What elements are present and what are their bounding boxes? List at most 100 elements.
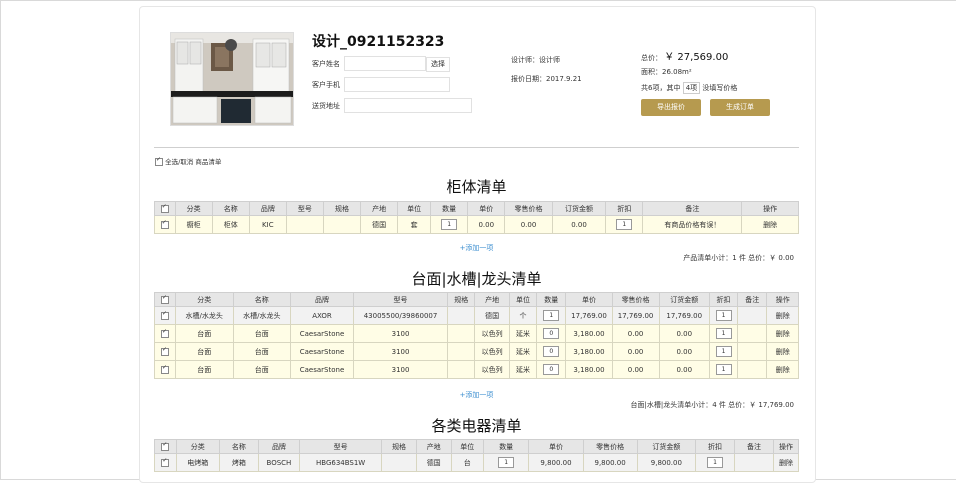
cell-origin: 以色列 [474, 324, 510, 343]
export-quote-button[interactable]: 导出报价 [641, 99, 701, 116]
column-header: 备注 [734, 439, 774, 454]
column-header: 操作 [766, 292, 799, 307]
discount-input[interactable]: 1 [715, 346, 732, 357]
address-label: 送货地址 [312, 102, 340, 110]
row-checkbox-cell[interactable] [154, 453, 177, 472]
column-header: 产地 [415, 439, 452, 454]
discount-input[interactable]: 1 [715, 310, 732, 321]
delete-link[interactable]: 删除 [772, 453, 800, 472]
cell-spec [447, 324, 476, 343]
row-checkbox[interactable] [160, 328, 169, 338]
row-checkbox-cell[interactable] [154, 215, 176, 234]
discount-input[interactable]: 1 [715, 328, 732, 339]
generate-order-button[interactable]: 生成订单 [710, 99, 770, 116]
quantity-input[interactable]: 1 [441, 219, 458, 230]
select-all-checkbox[interactable] [155, 156, 163, 166]
address-input[interactable] [344, 98, 472, 113]
discount-input[interactable]: 1 [616, 219, 633, 230]
counter-add-item-link[interactable]: +添加一项 [154, 390, 799, 400]
select-customer-button[interactable]: 选择 [426, 57, 450, 72]
delete-link[interactable]: 删除 [766, 360, 799, 379]
cell-unit: 延米 [508, 342, 538, 361]
row-checkbox[interactable] [161, 457, 170, 467]
column-header: 订货金额 [636, 439, 697, 454]
cell-unit-price: 17,769.00 [565, 306, 613, 325]
cell-order-amount: 0.00 [658, 342, 710, 361]
cell-origin: 以色列 [474, 342, 510, 361]
cell-name: 柜体 [211, 215, 250, 234]
column-header: 订货金额 [658, 292, 710, 307]
column-header: 折扣 [695, 439, 736, 454]
cell-spec [322, 215, 362, 234]
counter-table: 分类 名称 品牌 型号 规格 产地 单位 数量 单价 零售价格 订货金额 折扣 … [154, 292, 799, 379]
cabinet-add-item-link[interactable]: +添加一项 [154, 243, 799, 253]
delete-link[interactable]: 删除 [741, 215, 799, 234]
column-header: 型号 [285, 201, 324, 216]
table-header-row: 分类 名称 品牌 型号 规格 产地 单位 数量 单价 零售价格 订货金额 折扣 … [154, 201, 799, 216]
customer-phone-input[interactable] [344, 77, 450, 92]
table-row: 水槽/水龙头 水槽/水龙头 AXOR 43005500/39860007 德国 … [154, 306, 799, 325]
row-checkbox[interactable] [160, 346, 169, 356]
cell-note [737, 342, 768, 361]
kitchen-render-image [171, 33, 293, 125]
cell-retail-price: 0.00 [611, 360, 660, 379]
cell-unit-price: 9,800.00 [528, 453, 584, 472]
cell-name: 水槽/水龙头 [232, 306, 292, 325]
column-header: 单价 [528, 439, 584, 454]
cell-note [737, 324, 768, 343]
row-checkbox[interactable] [160, 364, 169, 374]
cell-unit: 延米 [508, 324, 538, 343]
column-header[interactable] [154, 439, 177, 454]
column-header: 操作 [741, 201, 799, 216]
quantity-input[interactable]: 1 [543, 310, 560, 321]
row-checkbox-cell[interactable] [154, 342, 176, 361]
cell-unit-price: 3,180.00 [565, 360, 613, 379]
cell-brand: AXOR [290, 306, 354, 325]
quantity-input[interactable]: 0 [543, 364, 560, 375]
quantity-input[interactable]: 0 [543, 346, 560, 357]
discount-input[interactable]: 1 [707, 457, 724, 468]
table-row: 台面 台面 CaesarStone 3100 以色列 延米 0 3,180.00… [154, 324, 799, 343]
column-header: 备注 [737, 292, 768, 307]
design-thumbnail[interactable] [170, 32, 294, 126]
cell-model: 3100 [352, 360, 449, 379]
column-header: 订货金额 [551, 201, 607, 216]
cell-quantity: 0 [536, 324, 567, 343]
row-checkbox-cell[interactable] [154, 306, 176, 325]
customer-name-input[interactable] [344, 56, 426, 71]
cell-origin: 德国 [360, 215, 399, 234]
customer-name-label: 客户姓名 [312, 60, 340, 68]
quantity-input[interactable]: 1 [498, 457, 515, 468]
cell-spec [447, 306, 476, 325]
column-header[interactable] [154, 292, 176, 307]
row-checkbox-cell[interactable] [154, 324, 176, 343]
column-header[interactable] [154, 201, 176, 216]
cell-brand: CaesarStone [290, 360, 354, 379]
cell-name: 台面 [232, 324, 292, 343]
row-checkbox-cell[interactable] [154, 360, 176, 379]
discount-input[interactable]: 1 [715, 364, 732, 375]
column-header: 单位 [397, 201, 432, 216]
cell-category: 橱柜 [174, 215, 213, 234]
cell-retail-price: 17,769.00 [611, 306, 660, 325]
cell-discount: 1 [708, 342, 739, 361]
column-header: 单价 [565, 292, 613, 307]
column-header: 折扣 [605, 201, 644, 216]
cell-brand: KIC [248, 215, 287, 234]
row-checkbox[interactable] [160, 310, 169, 320]
delete-link[interactable]: 删除 [766, 306, 799, 325]
total-label: 总价： [641, 54, 662, 62]
select-all-toggle[interactable]: 全选/取消 商品清单 [155, 156, 221, 166]
row-checkbox[interactable] [160, 219, 169, 229]
column-header: 操作 [772, 439, 800, 454]
cell-quantity: 1 [482, 453, 530, 472]
delete-link[interactable]: 删除 [766, 342, 799, 361]
cell-discount: 1 [605, 215, 644, 234]
cell-unit: 延米 [508, 360, 538, 379]
table-header-row: 分类 名称 品牌 型号 规格 产地 单位 数量 单价 零售价格 订货金额 折扣 … [154, 292, 799, 307]
quantity-input[interactable]: 0 [543, 328, 560, 339]
delete-link[interactable]: 删除 [766, 324, 799, 343]
column-header: 品牌 [257, 439, 301, 454]
column-header: 分类 [174, 201, 213, 216]
cell-model: 3100 [352, 324, 449, 343]
